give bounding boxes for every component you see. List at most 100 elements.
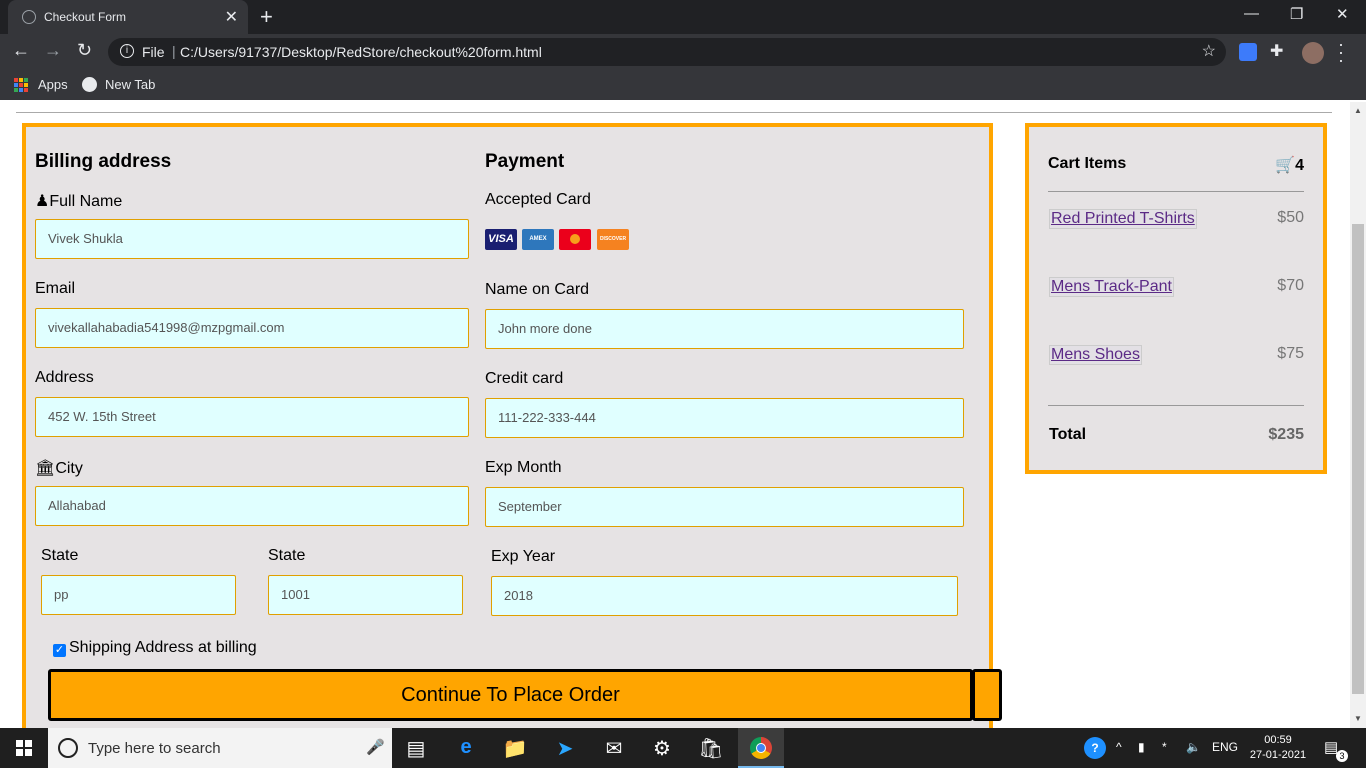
avatar[interactable] bbox=[1302, 42, 1324, 64]
menu-dots-icon[interactable]: · · · bbox=[1338, 35, 1344, 69]
city-field[interactable]: Allahabad bbox=[35, 486, 469, 526]
state-label-2: State bbox=[268, 547, 306, 564]
cart-item-link[interactable]: Red Printed T-Shirts bbox=[1049, 209, 1197, 229]
browser-tab-bar: Checkout Form ✕ + — ❐ ✕ bbox=[0, 0, 1366, 34]
language-indicator[interactable]: ENG bbox=[1212, 740, 1238, 754]
clock[interactable]: 00:59 27-01-2021 bbox=[1248, 733, 1308, 763]
volume-icon[interactable]: 🔈 bbox=[1186, 740, 1201, 754]
full-name-field[interactable]: Vivek Shukla bbox=[35, 219, 469, 259]
zip-field[interactable]: 1001 bbox=[268, 575, 463, 615]
cart-item-link[interactable]: Mens Shoes bbox=[1049, 345, 1142, 365]
credit-card-label: Credit card bbox=[485, 370, 564, 387]
cart-count: 🛒4 bbox=[1275, 157, 1304, 174]
battery-icon[interactable]: ▮ bbox=[1138, 740, 1145, 754]
task-view-icon[interactable]: ▤ bbox=[396, 736, 436, 761]
taskbar: Type here to search 🎤 ▤ e 📁 ➤ ✉ ⚙ 🛍 ? ^ … bbox=[0, 728, 1366, 768]
windows-start-icon[interactable] bbox=[16, 740, 32, 756]
cortana-icon bbox=[58, 738, 78, 758]
discover-icon: DISCOVER bbox=[597, 229, 629, 250]
file-explorer-icon[interactable]: 📁 bbox=[495, 736, 535, 761]
scroll-up-icon[interactable]: ▲ bbox=[1354, 106, 1362, 115]
window-close-button[interactable]: ✕ bbox=[1336, 5, 1349, 23]
chevron-up-icon[interactable]: ^ bbox=[1116, 740, 1122, 754]
exp-month-field[interactable]: September bbox=[485, 487, 964, 527]
payment-heading: Payment bbox=[485, 151, 565, 172]
institution-icon: 🏛 bbox=[35, 460, 56, 477]
email-label: Email bbox=[35, 280, 76, 297]
new-tab-button[interactable]: + bbox=[260, 4, 273, 30]
bookmark-star-icon[interactable]: ☆ bbox=[1202, 41, 1216, 61]
amex-icon: AMEX bbox=[522, 229, 554, 250]
store-icon[interactable]: 🛍 bbox=[691, 736, 731, 761]
place-order-button[interactable]: Continue To Place Order bbox=[48, 669, 973, 721]
name-on-card-field[interactable]: John more done bbox=[485, 309, 964, 349]
shipping-checkbox[interactable]: ✓ bbox=[53, 644, 66, 657]
scheme-label: File bbox=[142, 44, 165, 60]
bookmark-new-tab[interactable]: New Tab bbox=[105, 77, 155, 92]
exp-year-label: Exp Year bbox=[491, 548, 556, 565]
scroll-down-icon[interactable]: ▼ bbox=[1354, 714, 1362, 723]
taskbar-search[interactable]: Type here to search 🎤 bbox=[48, 728, 392, 768]
bookmark-apps[interactable]: Apps bbox=[38, 77, 68, 92]
address-field[interactable]: 452 W. 15th Street bbox=[35, 397, 469, 437]
forward-arrow-icon[interactable]: → bbox=[44, 40, 62, 61]
chrome-icon bbox=[750, 737, 772, 759]
restore-button[interactable]: ❐ bbox=[1290, 5, 1303, 23]
cart-item-price: $70 bbox=[1277, 277, 1304, 294]
scrollbar-thumb[interactable] bbox=[1352, 224, 1364, 694]
user-icon: ♟ bbox=[35, 193, 50, 210]
chrome-taskbar-button[interactable] bbox=[738, 728, 784, 768]
url-text[interactable]: C:/Users/91737/Desktop/RedStore/checkout… bbox=[180, 44, 542, 60]
name-on-card-label: Name on Card bbox=[485, 281, 590, 298]
settings-gear-icon[interactable]: ⚙ bbox=[642, 736, 682, 761]
minimize-button[interactable]: — bbox=[1244, 5, 1259, 22]
divider bbox=[16, 112, 1332, 113]
state-label: State bbox=[41, 547, 79, 564]
microphone-icon[interactable]: 🎤 bbox=[366, 738, 385, 756]
cart-item-link[interactable]: Mens Track-Pant bbox=[1049, 277, 1174, 297]
tab-title: Checkout Form bbox=[44, 10, 127, 24]
divider bbox=[1048, 191, 1304, 192]
city-label: 🏛City bbox=[35, 460, 83, 477]
cart-item-price: $50 bbox=[1277, 209, 1304, 226]
checkout-form: Billing address ♟Full Name Vivek Shukla … bbox=[22, 123, 1002, 728]
full-name-label: ♟Full Name bbox=[35, 193, 123, 210]
reload-icon[interactable]: ↻ bbox=[77, 40, 92, 61]
help-icon[interactable]: ? bbox=[1084, 737, 1106, 759]
info-icon[interactable]: i bbox=[120, 44, 134, 58]
apps-icon[interactable] bbox=[14, 78, 28, 92]
omnibox[interactable]: i File | C:/Users/91737/Desktop/RedStore… bbox=[108, 38, 1226, 66]
search-placeholder: Type here to search bbox=[88, 740, 221, 757]
notification-count-badge: 3 bbox=[1336, 750, 1348, 762]
order-button-extension[interactable] bbox=[972, 669, 1002, 721]
credit-card-field[interactable]: 111-222-333-444 bbox=[485, 398, 964, 438]
shipping-checkbox-label: Shipping Address at billing bbox=[69, 639, 257, 656]
puzzle-icon[interactable]: ✚ bbox=[1270, 43, 1288, 61]
page-content: Billing address ♟Full Name Vivek Shukla … bbox=[0, 102, 1350, 728]
shopping-cart-icon: 🛒 bbox=[1275, 157, 1296, 174]
mail-icon[interactable]: ✉ bbox=[594, 736, 634, 761]
globe-icon bbox=[22, 10, 36, 24]
cart-title: Cart Items bbox=[1048, 155, 1127, 172]
visual-studio-icon[interactable]: ➤ bbox=[545, 736, 585, 761]
mastercard-icon bbox=[559, 229, 591, 250]
scrollbar[interactable]: ▲ ▼ bbox=[1350, 102, 1366, 728]
wifi-icon[interactable]: * bbox=[1162, 740, 1167, 754]
extension-icon[interactable] bbox=[1239, 43, 1257, 61]
address-toolbar: ← → ↻ i File | C:/Users/91737/Desktop/Re… bbox=[0, 34, 1366, 70]
email-field[interactable]: vivekallahabadia541998@mzpgmail.com bbox=[35, 308, 469, 348]
tab-close-icon[interactable]: ✕ bbox=[225, 7, 238, 27]
browser-tab[interactable]: Checkout Form ✕ bbox=[8, 0, 248, 34]
clock-date: 27-01-2021 bbox=[1249, 749, 1307, 761]
edge-icon[interactable]: e bbox=[446, 736, 486, 759]
cart-panel: Cart Items 🛒4 Red Printed T-Shirts $50 M… bbox=[1025, 123, 1327, 474]
bookmarks-bar: Apps New Tab bbox=[0, 70, 1366, 100]
exp-year-field[interactable]: 2018 bbox=[491, 576, 958, 616]
divider bbox=[1048, 405, 1304, 406]
billing-heading: Billing address bbox=[35, 151, 172, 172]
total-value: $235 bbox=[1268, 426, 1304, 443]
visa-icon: VISA bbox=[485, 229, 517, 250]
back-arrow-icon[interactable]: ← bbox=[12, 40, 30, 61]
state-field[interactable]: pp bbox=[41, 575, 236, 615]
cart-item-price: $75 bbox=[1277, 345, 1304, 362]
